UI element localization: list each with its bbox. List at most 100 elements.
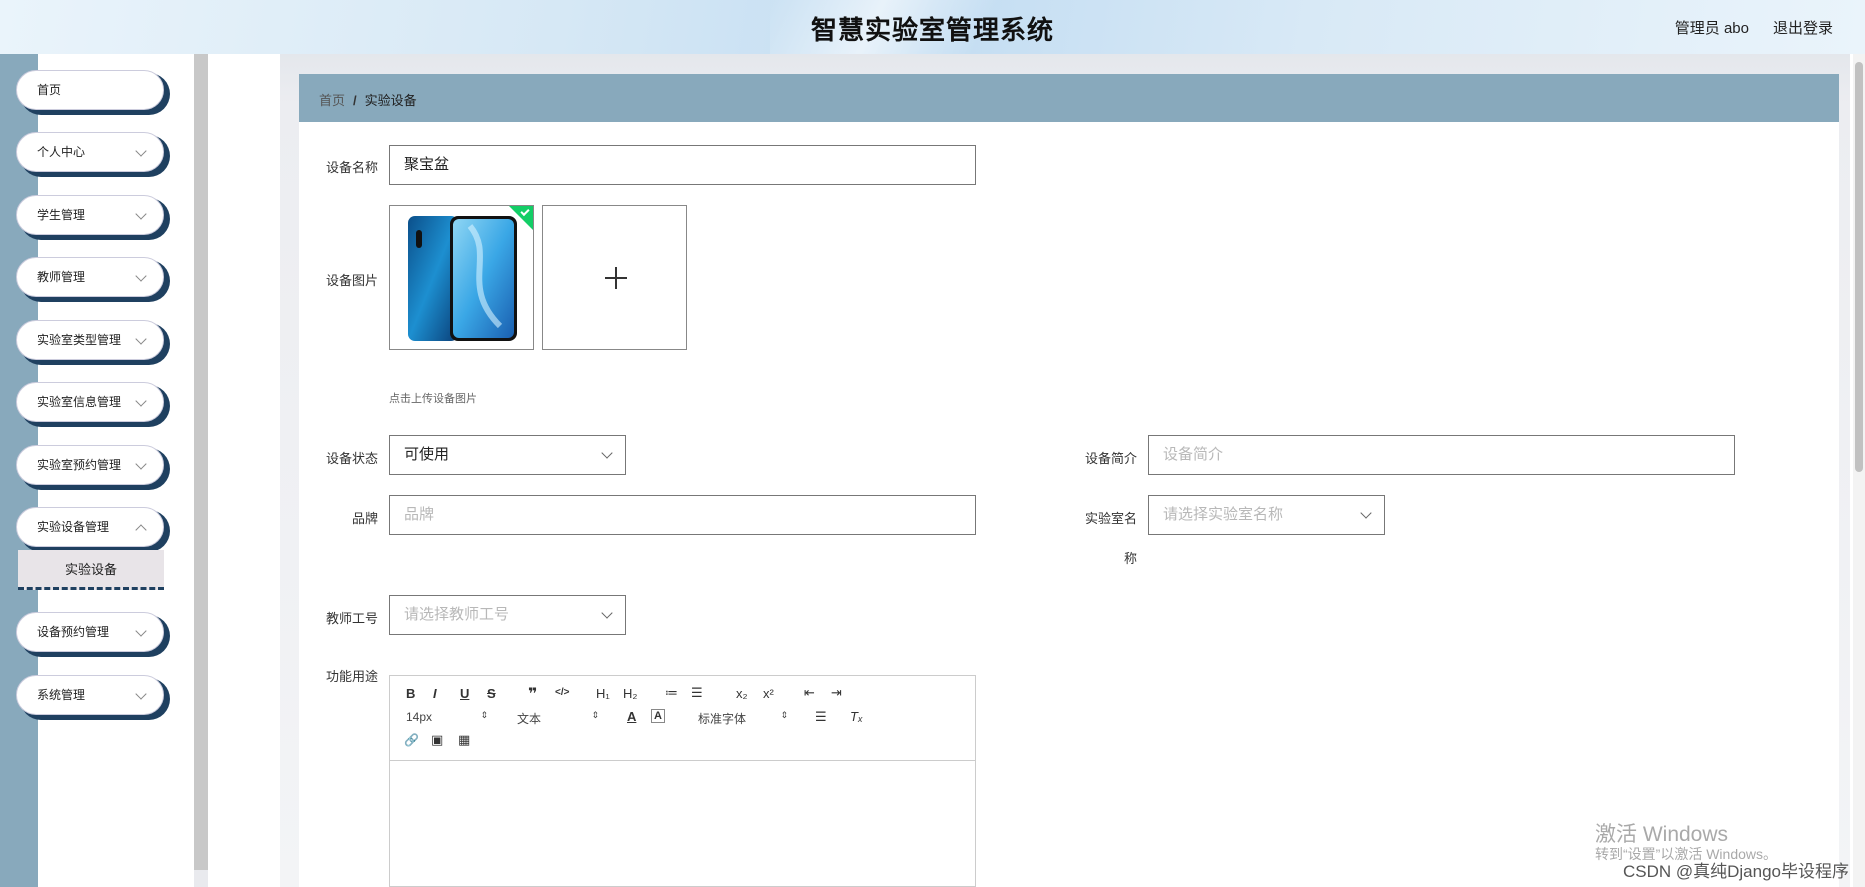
logout-link[interactable]: 退出登录 [1773, 17, 1833, 38]
font-size-value: 14px [406, 710, 433, 724]
sidebar-item-label: 学生管理 [37, 208, 86, 222]
sidebar-item-label: 首页 [37, 83, 62, 97]
brand-placeholder: 品牌 [404, 506, 435, 523]
chevron-down-icon [135, 625, 147, 637]
sidebar-item-label: 实验设备管理 [37, 520, 110, 534]
superscript-icon[interactable]: x² [763, 686, 774, 701]
text-type-select[interactable]: 文本 ⇕ [517, 710, 599, 727]
chevron-down-icon [135, 333, 147, 345]
video-icon[interactable]: ▦ [458, 732, 470, 748]
bold-icon[interactable]: B [406, 686, 415, 701]
chevron-down-icon [135, 270, 147, 282]
plus-icon [615, 267, 617, 289]
sidebar-item-label: 实验室类型管理 [37, 333, 122, 347]
breadcrumb-current: 实验设备 [364, 93, 417, 108]
align-icon[interactable]: ☰ [815, 709, 827, 725]
sidebar-item-equipment-booking-management[interactable]: 设备预约管理 [16, 612, 164, 652]
brand-label: 品牌 [351, 511, 378, 526]
chevron-up-icon [135, 524, 147, 536]
underline-icon[interactable]: U [460, 686, 469, 701]
editor-toolbar: B I U S ❞ </> H₁ H₂ ≔ ☰ x₂ x² ⇤ ⇥ 14px ⇕ … [390, 676, 975, 761]
intro-label: 设备简介 [1084, 451, 1137, 466]
breadcrumb-separator: / [353, 93, 357, 108]
heading1-icon[interactable]: H₁ [596, 686, 610, 701]
uploaded-image[interactable] [389, 205, 534, 350]
text-type-value: 文本 [517, 712, 542, 726]
upload-hint: 点击上传设备图片 [389, 393, 477, 405]
font-color-icon[interactable]: A [627, 709, 636, 724]
name-input[interactable]: 聚宝盆 [389, 145, 976, 185]
breadcrumb-home[interactable]: 首页 [319, 93, 345, 108]
intro-placeholder: 设备简介 [1163, 446, 1224, 463]
code-block-icon[interactable]: </> [555, 687, 569, 698]
chevron-down-icon [135, 688, 147, 700]
brand-input[interactable]: 品牌 [389, 495, 976, 535]
sidebar-item-teacher-management[interactable]: 教师管理 [16, 257, 164, 297]
font-family-select[interactable]: 标准字体 ⇕ [698, 710, 788, 727]
sidebar-item-label: 教师管理 [37, 270, 86, 284]
chevron-down-icon [135, 145, 147, 157]
sidebar-item-label: 个人中心 [37, 145, 86, 159]
chevron-down-icon [601, 607, 613, 619]
main-scrollbar-thumb[interactable] [1855, 62, 1863, 472]
strikethrough-icon[interactable]: S [487, 686, 496, 701]
status-select[interactable]: 可使用 [389, 435, 626, 475]
sidebar-item-home[interactable]: 首页 [16, 70, 164, 110]
sidebar-item-label: 实验室预约管理 [37, 458, 122, 472]
font-size-select[interactable]: 14px ⇕ [406, 710, 488, 724]
chevron-down-icon [135, 458, 147, 470]
select-arrows-icon: ⇕ [480, 710, 488, 720]
teacher-label: 教师工号 [325, 611, 378, 626]
lab-label: 实验室名 [1084, 511, 1137, 526]
sidebar-item-label: 实验室信息管理 [37, 395, 122, 409]
sidebar-scrollbar[interactable] [194, 54, 208, 870]
app-title: 智慧实验室管理系统 [810, 15, 1054, 45]
sidebar-item-lab-booking-management[interactable]: 实验室预约管理 [16, 445, 164, 485]
lab-select[interactable]: 请选择实验室名称 [1148, 495, 1385, 535]
breadcrumb: 首页 / 实验设备 [319, 90, 417, 109]
current-user: 管理员 abo [1674, 20, 1749, 37]
name-label: 设备名称 [325, 160, 378, 175]
clear-format-icon[interactable]: Tₓ [850, 709, 863, 724]
subscript-icon[interactable]: x₂ [736, 686, 748, 701]
chevron-down-icon [135, 208, 147, 220]
indent-icon[interactable]: ⇥ [831, 685, 842, 701]
chevron-down-icon [601, 447, 613, 459]
status-label: 设备状态 [325, 451, 378, 466]
sidebar-item-label: 设备预约管理 [37, 625, 110, 639]
upload-success-badge [508, 206, 533, 231]
sidebar-item-lab-info-management[interactable]: 实验室信息管理 [16, 382, 164, 422]
rich-text-editor[interactable]: B I U S ❞ </> H₁ H₂ ≔ ☰ x₂ x² ⇤ ⇥ 14px ⇕ … [389, 675, 976, 887]
teacher-placeholder: 请选择教师工号 [404, 606, 510, 623]
font-family-value: 标准字体 [698, 712, 747, 726]
blockquote-icon[interactable]: ❞ [528, 684, 537, 704]
ordered-list-icon[interactable]: ≔ [665, 685, 678, 701]
sidebar-subitem-lab-equipment[interactable]: 实验设备 [18, 550, 164, 590]
chevron-down-icon [135, 395, 147, 407]
heading2-icon[interactable]: H₂ [623, 686, 637, 701]
top-header: 智慧实验室管理系统 管理员 abo 退出登录 [0, 0, 1865, 54]
teacher-select[interactable]: 请选择教师工号 [389, 595, 626, 635]
sidebar-item-system-management[interactable]: 系统管理 [16, 675, 164, 715]
breadcrumb-bar: 首页 / 实验设备 [299, 74, 1839, 122]
outdent-icon[interactable]: ⇤ [804, 685, 815, 701]
csdn-watermark: CSDN @真纯Django毕设程序 [1622, 862, 1849, 881]
chevron-down-icon [1360, 507, 1372, 519]
lab-placeholder: 请选择实验室名称 [1163, 506, 1284, 523]
intro-input[interactable]: 设备简介 [1148, 435, 1735, 475]
function-label: 功能用途 [325, 669, 378, 684]
sidebar-item-personal-center[interactable]: 个人中心 [16, 132, 164, 172]
sidebar-item-lab-type-management[interactable]: 实验室类型管理 [16, 320, 164, 360]
lab-label-wrap: 称 [1123, 551, 1137, 566]
sidebar-item-lab-equipment-management[interactable]: 实验设备管理 [16, 507, 164, 547]
image-icon[interactable]: ▣ [431, 732, 443, 748]
select-arrows-icon: ⇕ [591, 710, 599, 720]
link-icon[interactable]: 🔗 [404, 733, 419, 747]
italic-icon[interactable]: I [433, 686, 437, 701]
sidebar-item-label: 系统管理 [37, 688, 86, 702]
status-value: 可使用 [404, 446, 450, 463]
bullet-list-icon[interactable]: ☰ [691, 685, 703, 701]
background-color-icon[interactable]: A [651, 709, 665, 723]
upload-button[interactable] [542, 205, 687, 350]
sidebar-item-student-management[interactable]: 学生管理 [16, 195, 164, 235]
